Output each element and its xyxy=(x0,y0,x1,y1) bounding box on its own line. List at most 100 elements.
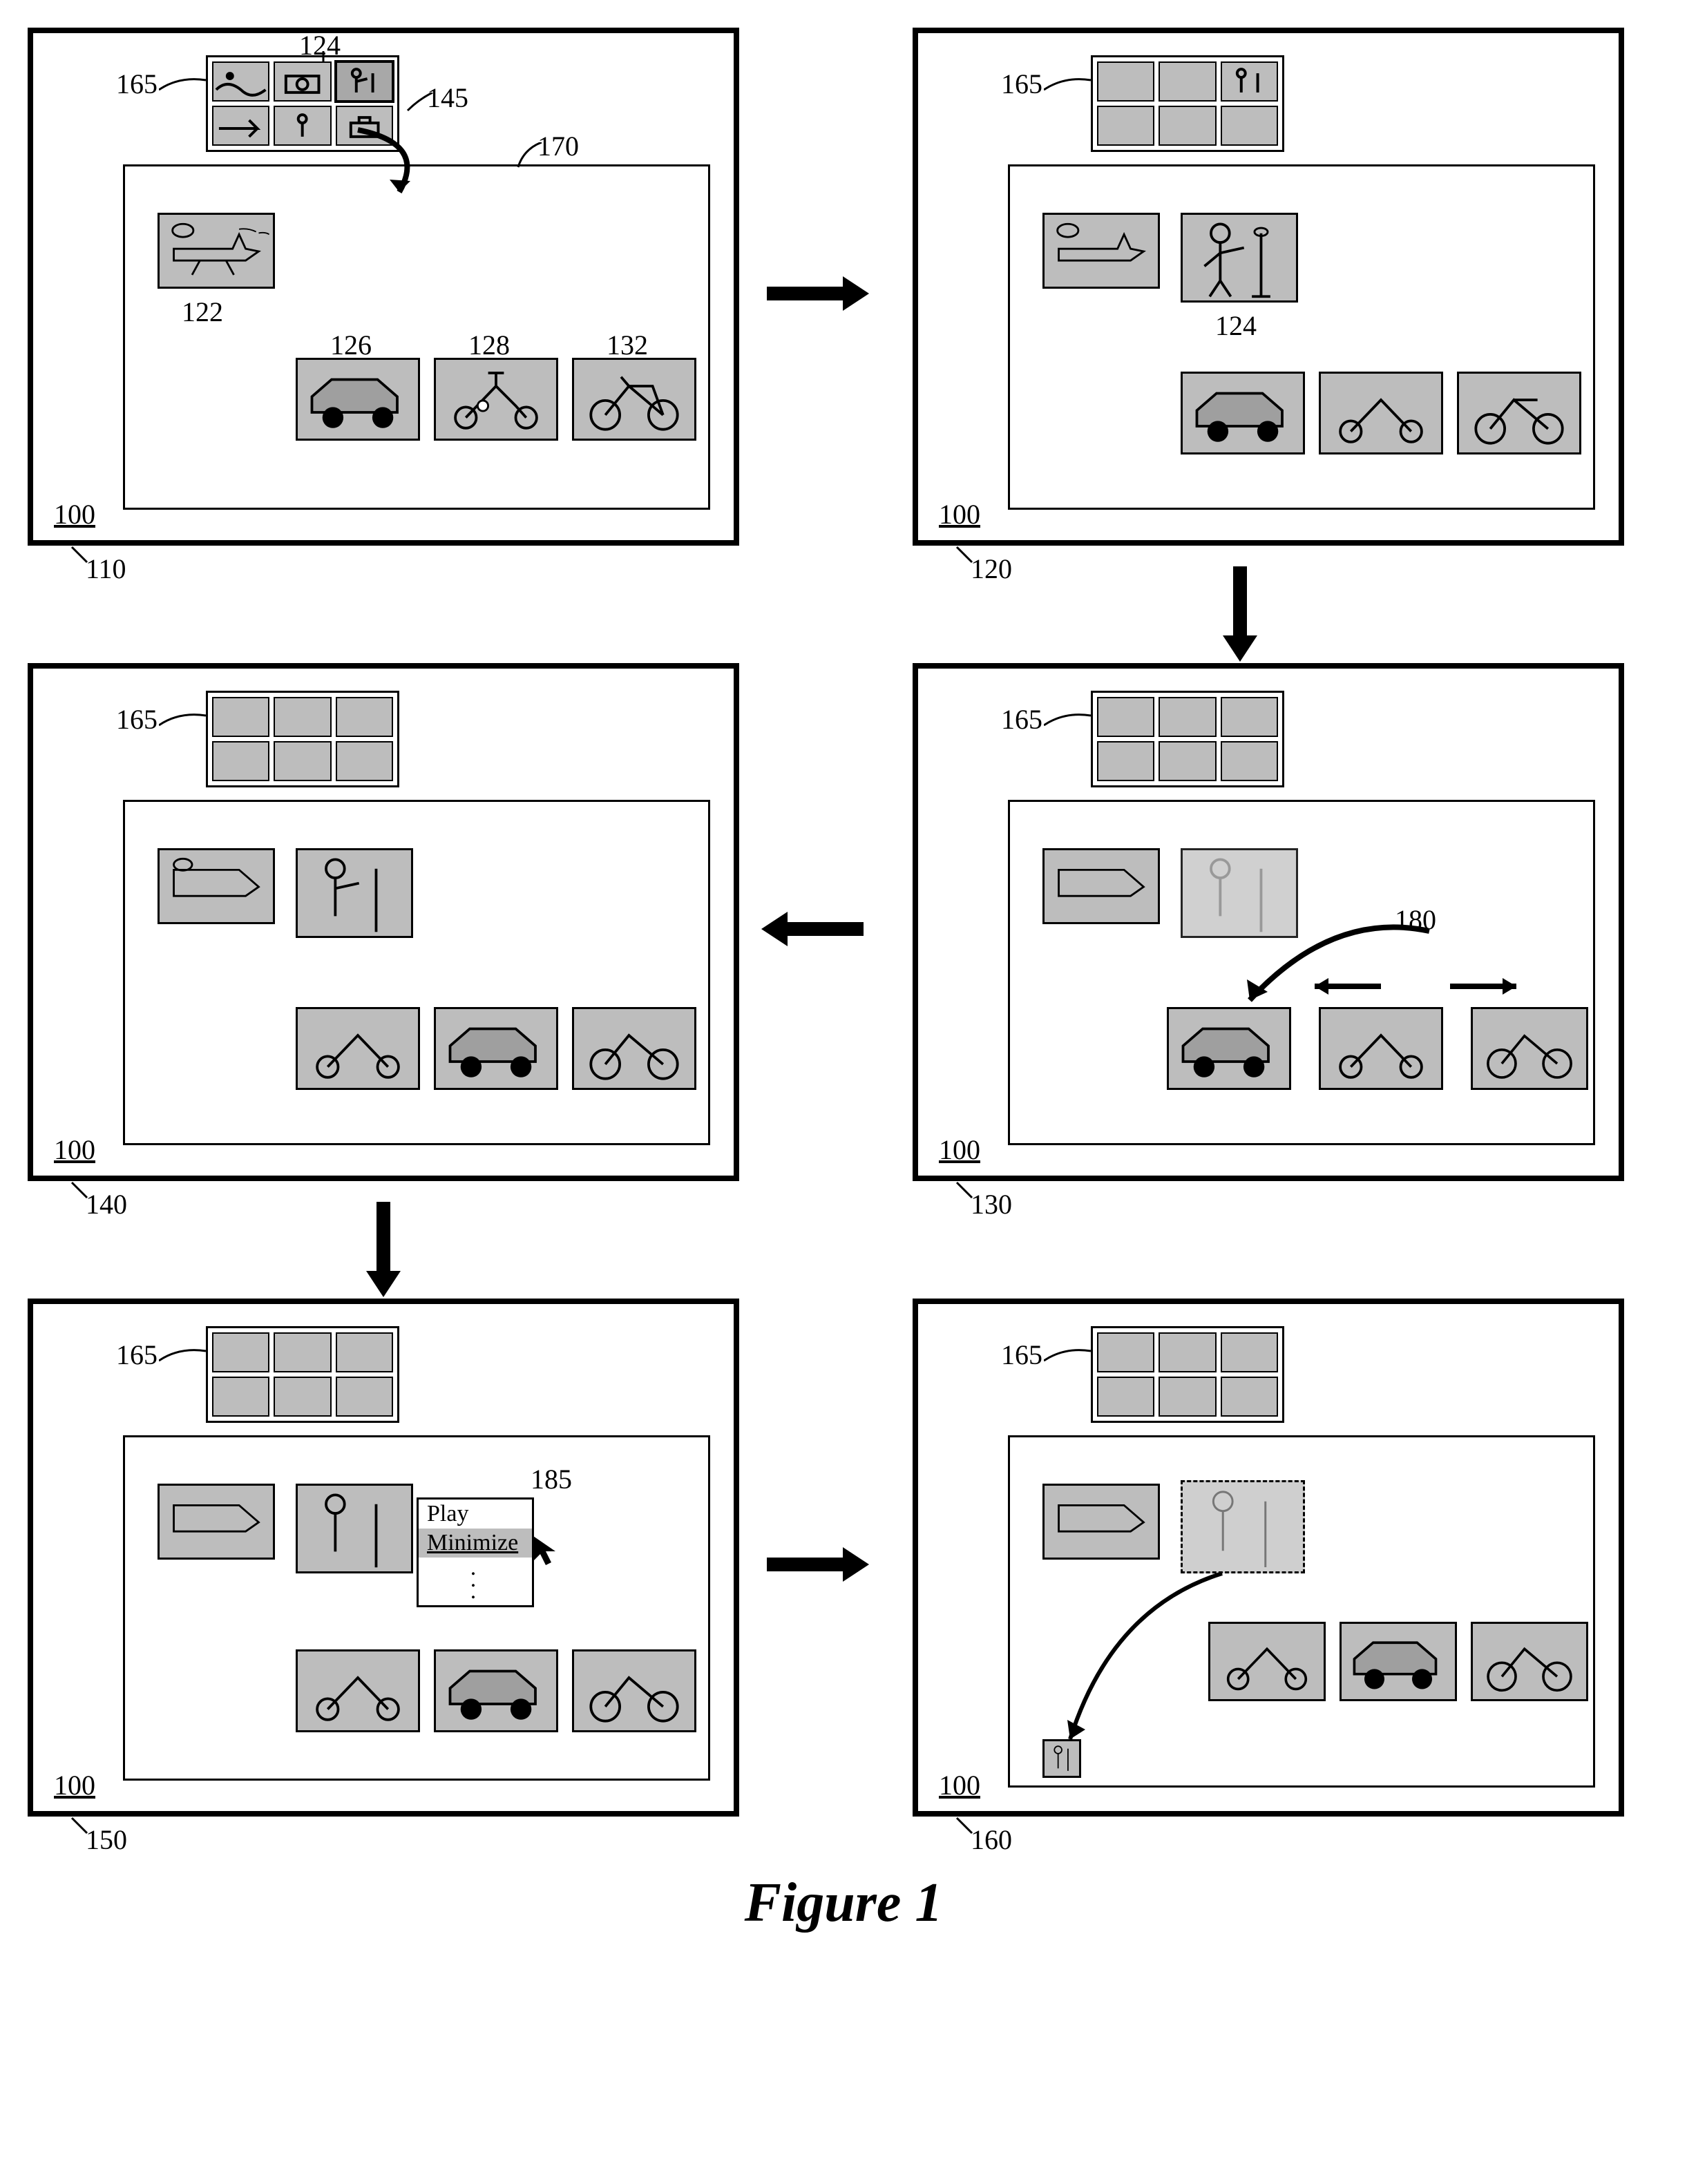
panel-160: 165 100 160 xyxy=(913,1299,1659,1817)
panel-140: 165 100 140 xyxy=(28,663,774,1181)
thumb-plane-small[interactable] xyxy=(212,106,269,146)
thumb[interactable] xyxy=(274,1332,331,1372)
thumb[interactable] xyxy=(1097,1332,1154,1372)
ref-165: 165 xyxy=(1001,68,1042,100)
thumb-person2[interactable] xyxy=(1159,106,1216,146)
thumb[interactable] xyxy=(1097,741,1154,781)
clip-person[interactable] xyxy=(1181,213,1298,303)
panel-code: 100 xyxy=(939,1133,980,1166)
thumb[interactable] xyxy=(212,1332,269,1372)
context-menu[interactable]: Play Minimize ... xyxy=(417,1497,534,1607)
thumb[interactable] xyxy=(336,697,393,737)
thumb[interactable] xyxy=(1221,1332,1278,1372)
thumb-person[interactable] xyxy=(336,61,393,102)
thumb[interactable] xyxy=(274,741,331,781)
thumb-swim[interactable] xyxy=(1097,61,1154,102)
flow-arrow-130-140 xyxy=(760,905,870,957)
clip-person[interactable] xyxy=(296,1484,413,1573)
clip-car[interactable] xyxy=(434,1649,558,1732)
thumb-camera[interactable] xyxy=(274,61,331,102)
clip-plane[interactable] xyxy=(158,848,275,924)
thumb[interactable] xyxy=(336,1377,393,1417)
thumb-camera[interactable] xyxy=(1159,61,1216,102)
panel-code: 100 xyxy=(54,498,95,530)
thumb[interactable] xyxy=(1221,697,1278,737)
clip-plane[interactable] xyxy=(1042,848,1160,924)
clip-bike[interactable] xyxy=(572,358,696,441)
panel-150: 165 Play Minimize ... 185 xyxy=(28,1299,774,1817)
clip-bike[interactable] xyxy=(1471,1622,1588,1701)
clip-car[interactable] xyxy=(1181,372,1305,454)
panel-frame: 165 100 xyxy=(913,1299,1624,1817)
flow-arrow-110-120 xyxy=(760,269,870,321)
menu-more: ... xyxy=(419,1558,532,1605)
panel-code: 100 xyxy=(939,498,980,530)
panel-code: 100 xyxy=(54,1769,95,1801)
panel-num-140: 140 xyxy=(86,1188,127,1220)
thumb[interactable] xyxy=(1221,741,1278,781)
thumb-person2[interactable] xyxy=(274,106,331,146)
clip-plane[interactable] xyxy=(158,213,275,289)
clip-scooter[interactable] xyxy=(434,358,558,441)
media-browser[interactable] xyxy=(1091,55,1284,152)
spread-left-arrow-icon xyxy=(1305,973,1388,1000)
thumb[interactable] xyxy=(1159,741,1216,781)
clip-scooter[interactable] xyxy=(296,1649,420,1732)
thumb[interactable] xyxy=(1159,697,1216,737)
clip-car[interactable] xyxy=(1167,1007,1291,1090)
ref-165: 165 xyxy=(116,1339,158,1371)
ref-132: 132 xyxy=(607,329,648,361)
thumb[interactable] xyxy=(1159,1332,1216,1372)
panel-num-120: 120 xyxy=(971,553,1012,585)
clip-bike[interactable] xyxy=(572,1007,696,1090)
clip-person[interactable] xyxy=(296,848,413,938)
thumb[interactable] xyxy=(336,741,393,781)
thumb[interactable] xyxy=(274,697,331,737)
flow-arrow-120-130 xyxy=(1216,559,1264,667)
ref-124: 124 xyxy=(299,29,341,61)
clip-car[interactable] xyxy=(296,358,420,441)
thumb[interactable] xyxy=(1097,697,1154,737)
clip-person-dashed[interactable] xyxy=(1181,1480,1305,1573)
thumb[interactable] xyxy=(336,1332,393,1372)
clip-bike[interactable] xyxy=(572,1649,696,1732)
clip-plane[interactable] xyxy=(1042,1484,1160,1560)
menu-item-minimize[interactable]: Minimize xyxy=(419,1529,532,1558)
thumb[interactable] xyxy=(274,1377,331,1417)
clip-plane[interactable] xyxy=(158,1484,275,1560)
panel-frame: 165 Play Minimize ... 185 xyxy=(28,1299,739,1817)
ref-185: 185 xyxy=(531,1463,572,1495)
clip-bike[interactable] xyxy=(1457,372,1581,454)
clip-person-minimized[interactable] xyxy=(1042,1739,1081,1778)
thumb-swim[interactable] xyxy=(212,61,269,102)
clip-car[interactable] xyxy=(1340,1622,1457,1701)
menu-item-play[interactable]: Play xyxy=(419,1500,532,1529)
clip-car[interactable] xyxy=(434,1007,558,1090)
thumb[interactable] xyxy=(212,1377,269,1417)
panel-code: 100 xyxy=(54,1133,95,1166)
clip-bike[interactable] xyxy=(1471,1007,1588,1090)
flow-arrow-140-150 xyxy=(359,1195,408,1302)
thumb[interactable] xyxy=(212,741,269,781)
clip-scooter[interactable] xyxy=(296,1007,420,1090)
thumb-plane-small[interactable] xyxy=(1097,106,1154,146)
media-browser[interactable] xyxy=(1091,691,1284,787)
ref-122: 122 xyxy=(182,296,223,328)
thumb[interactable] xyxy=(212,697,269,737)
thumb-briefcase[interactable] xyxy=(1221,106,1278,146)
media-browser[interactable] xyxy=(206,691,399,787)
panel-num-150: 150 xyxy=(86,1823,127,1856)
clip-scooter[interactable] xyxy=(1319,372,1443,454)
media-browser[interactable] xyxy=(206,1326,399,1423)
thumb-person[interactable] xyxy=(1221,61,1278,102)
ref-165: 165 xyxy=(116,68,158,100)
media-browser[interactable] xyxy=(1091,1326,1284,1423)
clip-scooter[interactable] xyxy=(1319,1007,1443,1090)
ref-165: 165 xyxy=(1001,1339,1042,1371)
thumb[interactable] xyxy=(1159,1377,1216,1417)
thumb[interactable] xyxy=(1097,1377,1154,1417)
clip-plane[interactable] xyxy=(1042,213,1160,289)
thumb[interactable] xyxy=(1221,1377,1278,1417)
clip-scooter[interactable] xyxy=(1208,1622,1326,1701)
panel-frame: 165 100 xyxy=(28,663,739,1181)
